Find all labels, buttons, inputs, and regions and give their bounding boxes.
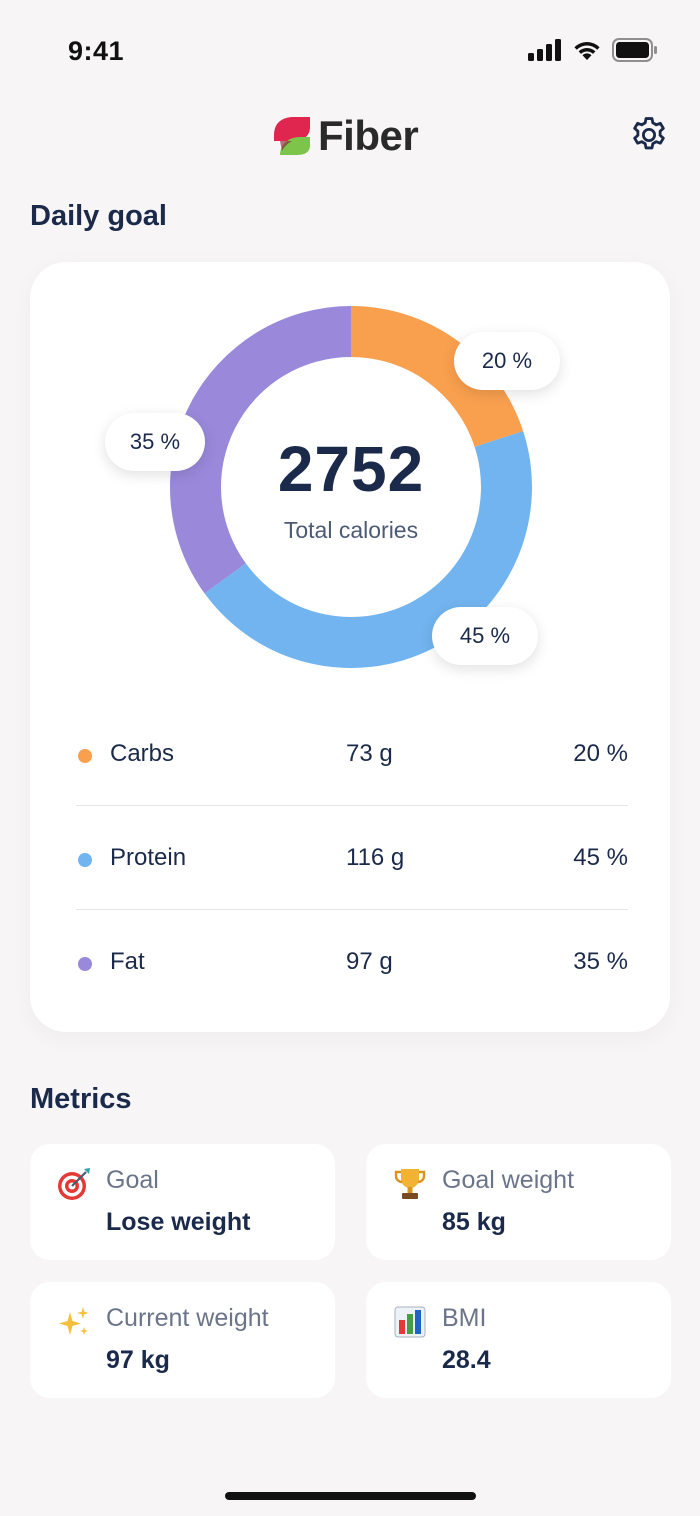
metrics-title: Metrics [30,1083,132,1115]
macro-row-fat: Fat 97 g 35 % [76,910,628,1014]
metric-card-bmi[interactable]: BMI 28.4 [366,1282,671,1398]
carbs-percent-pill: 20 % [454,332,560,390]
protein-color-dot [78,853,92,867]
macro-grams: 116 g [346,844,405,871]
macro-row-protein: Protein 116 g 45 % [76,806,628,910]
metric-label: Goal weight [442,1166,575,1194]
gear-icon [633,117,665,150]
metric-value: 97 kg [106,1346,170,1374]
wifi-icon [574,42,600,60]
bar-chart-icon [394,1306,426,1338]
fat-percent-pill: 35 % [105,413,205,471]
daily-goal-card: 2752 Total calories 20 % 35 % 45 % Carbs… [30,262,670,1032]
home-indicator[interactable] [225,1492,476,1500]
macro-grams: 97 g [346,948,393,975]
macro-name: Fat [110,948,145,975]
metric-value: Lose weight [106,1208,251,1236]
macro-name: Carbs [110,740,175,767]
macro-row-carbs: Carbs 73 g 20 % [76,702,628,806]
fiber-leaf-icon [274,117,310,155]
status-bar: 9:41 [0,0,700,100]
macro-percent: 20 % [573,740,628,767]
fat-color-dot [78,957,92,971]
cellular-signal-icon [528,39,561,61]
metric-card-current-weight[interactable]: Current weight 97 kg [30,1282,335,1398]
macro-breakdown-list: Carbs 73 g 20 % Protein 116 g 45 % Fat 9… [76,702,628,1014]
macro-percent: 45 % [573,844,628,871]
metric-card-goal[interactable]: Goal Lose weight [30,1144,335,1260]
app-header: Fiber [0,100,700,172]
sparkles-icon [59,1307,89,1335]
metric-value: 85 kg [442,1208,506,1236]
metric-label: Goal [106,1166,159,1194]
settings-button[interactable] [628,114,670,156]
battery-icon [612,38,657,62]
status-time: 9:41 [68,36,125,66]
status-icons [528,38,658,62]
app-logo: Fiber [270,112,419,160]
macro-percent: 35 % [573,948,628,975]
metric-value: 28.4 [442,1346,491,1374]
metric-label: Current weight [106,1304,269,1332]
protein-percent-pill: 45 % [432,607,538,665]
total-calories-value: 2752 [277,432,425,505]
daily-goal-title: Daily goal [30,200,167,232]
metric-card-goal-weight[interactable]: Goal weight 85 kg [366,1144,671,1260]
carbs-color-dot [78,749,92,763]
trophy-icon [394,1169,426,1199]
metric-label: BMI [442,1304,487,1332]
target-icon [58,1168,90,1200]
macro-name: Protein [110,844,187,871]
total-calories-label: Total calories [283,516,419,543]
app-name: Fiber [318,112,419,159]
macro-grams: 73 g [346,740,393,767]
